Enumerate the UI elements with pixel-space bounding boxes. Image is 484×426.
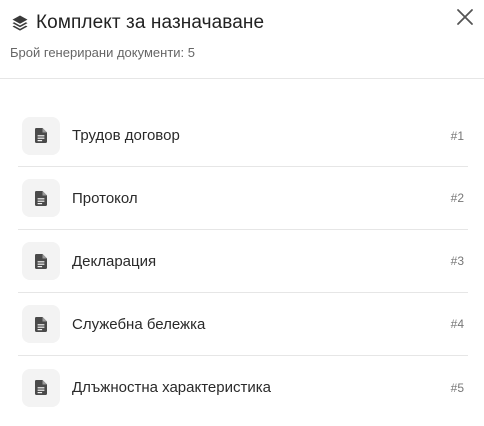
document-number: #5 (450, 380, 464, 395)
document-item-5[interactable]: Длъжностна характеристика #5 (18, 356, 468, 419)
close-button[interactable] (454, 6, 476, 28)
document-item-4[interactable]: Служебна бележка #4 (18, 293, 468, 356)
document-name: Трудов договор (72, 127, 180, 144)
file-document-icon (22, 179, 60, 217)
document-item-2[interactable]: Протокол #2 (18, 167, 468, 230)
document-number: #1 (450, 128, 464, 143)
document-name: Длъжностна характеристика (72, 379, 271, 396)
close-icon (457, 9, 473, 25)
document-name: Служебна бележка (72, 315, 206, 333)
document-number: #4 (450, 317, 464, 331)
file-document-icon (22, 242, 60, 280)
dialog-header: Комплект за назначаване Брой генерирани … (0, 0, 484, 79)
document-item-3[interactable]: Декларация #3 (18, 230, 468, 293)
document-list: Трудов договор #1 Протокол #2 Декларация… (18, 105, 468, 419)
document-item-1[interactable]: Трудов договор #1 (18, 105, 468, 167)
document-name: Декларация (72, 252, 157, 270)
document-set-dialog: Комплект за назначаване Брой генерирани … (0, 0, 484, 426)
layers-icon (10, 13, 30, 33)
file-document-icon (22, 116, 60, 155)
document-name: Протокол (72, 189, 138, 207)
dialog-title: Комплект за назначаване (36, 12, 265, 33)
document-number: #3 (450, 254, 464, 268)
file-document-icon (22, 368, 60, 407)
generated-count-text: Брой генерирани документи: 5 (10, 45, 195, 60)
document-number: #2 (450, 191, 464, 205)
title-row: Комплект за назначаване (10, 11, 264, 35)
file-document-icon (22, 305, 60, 343)
